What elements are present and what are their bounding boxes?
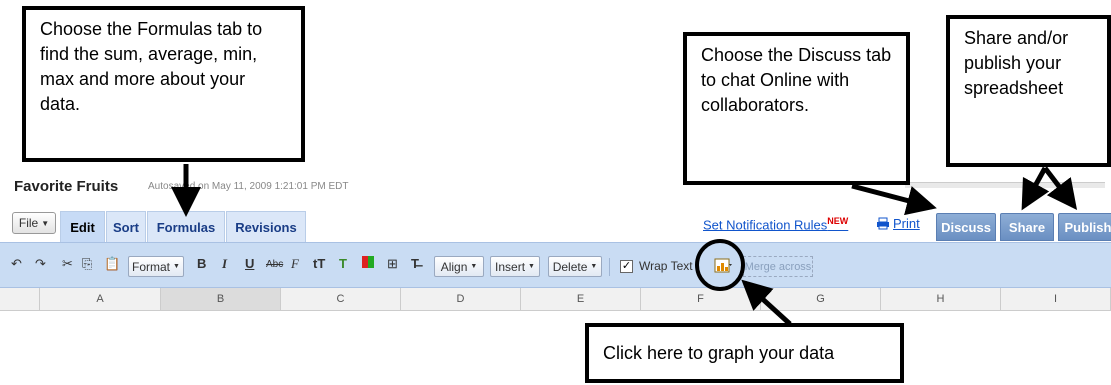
- annotation-arrows: [171, 164, 1078, 326]
- arrow-publish: [1043, 166, 1078, 210]
- arrow-discuss: [851, 183, 937, 216]
- arrow-share: [1021, 166, 1050, 211]
- screen: Favorite Fruits Autosaved on May 11, 200…: [0, 0, 1111, 385]
- chart-button-highlight: [695, 239, 745, 291]
- arrow-graph: [741, 279, 792, 326]
